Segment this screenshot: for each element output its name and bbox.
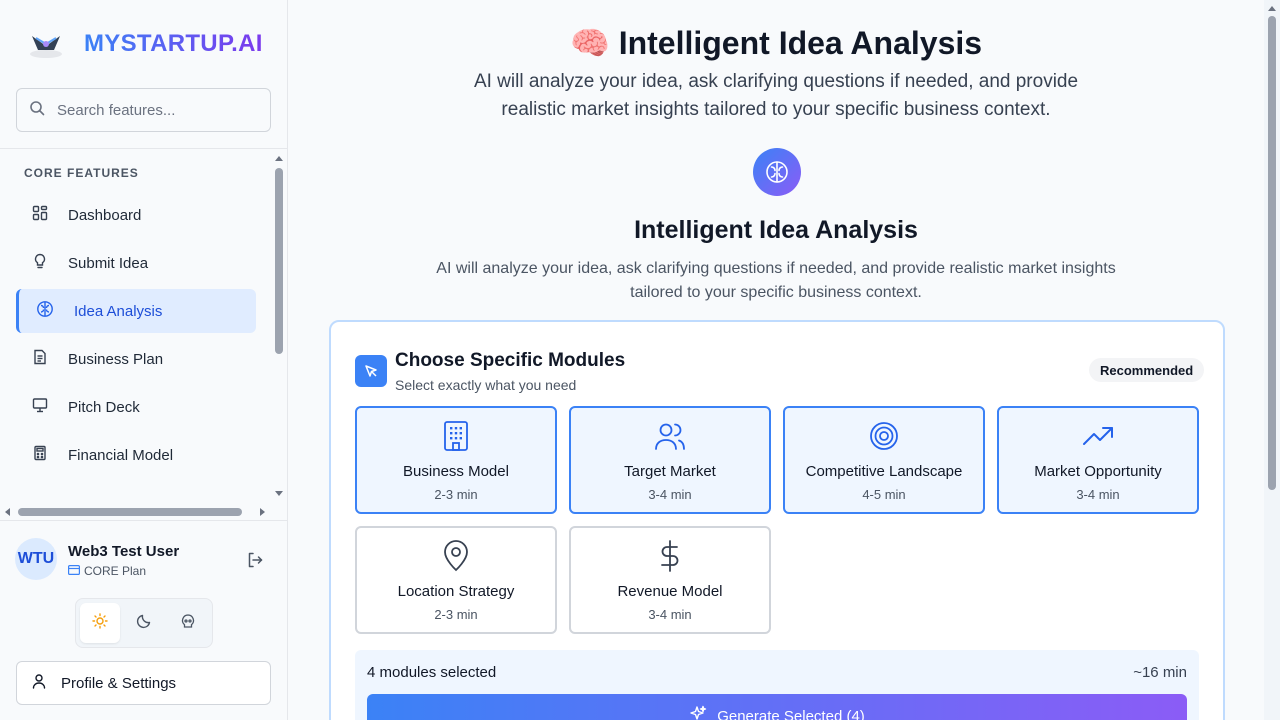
scroll-up-icon[interactable] bbox=[274, 154, 284, 162]
module-title: Location Strategy bbox=[397, 583, 515, 600]
user-panel: WTU Web3 Test User CORE Plan Profile & S… bbox=[0, 520, 287, 720]
cursor-icon bbox=[355, 355, 387, 387]
avatar[interactable]: WTU bbox=[15, 538, 57, 580]
sidebar-vertical-scrollbar[interactable] bbox=[272, 152, 286, 500]
sidebar-scroll-thumb[interactable] bbox=[275, 168, 283, 354]
module-title: Target Market bbox=[624, 463, 716, 480]
section-title: CORE FEATURES bbox=[24, 166, 139, 180]
search-box[interactable] bbox=[16, 88, 271, 132]
module-competitive-landscape[interactable]: Competitive Landscape 4-5 min bbox=[783, 406, 985, 514]
scroll-up-icon[interactable] bbox=[1267, 4, 1277, 12]
module-location-strategy[interactable]: Location Strategy 2-3 min bbox=[355, 526, 557, 634]
dashboard-icon bbox=[32, 205, 48, 225]
user-plan: CORE Plan bbox=[68, 564, 146, 578]
module-revenue-model[interactable]: Revenue Model 3-4 min bbox=[569, 526, 771, 634]
dollar-icon bbox=[659, 540, 681, 572]
module-market-opportunity[interactable]: Market Opportunity 3-4 min bbox=[997, 406, 1199, 514]
modules-card-title: Choose Specific Modules bbox=[395, 350, 626, 371]
sidebar-item-label: Business Plan bbox=[68, 350, 164, 368]
target-icon bbox=[869, 420, 899, 452]
user-icon bbox=[31, 673, 47, 693]
sidebar-item-business-plan[interactable]: Business Plan bbox=[16, 337, 256, 381]
user-plan-label: CORE Plan bbox=[84, 564, 147, 578]
module-target-market[interactable]: Target Market 3-4 min bbox=[569, 406, 771, 514]
module-time: 4-5 min bbox=[862, 487, 906, 502]
theme-switcher bbox=[75, 598, 213, 648]
theme-system-button[interactable] bbox=[168, 603, 208, 643]
main-content: 🧠 Intelligent Idea Analysis AI will anal… bbox=[288, 0, 1280, 720]
search-icon bbox=[29, 100, 45, 121]
brain-icon bbox=[36, 300, 54, 322]
module-time: 3-4 min bbox=[648, 487, 692, 502]
users-icon bbox=[654, 420, 686, 452]
page-title: 🧠 Intelligent Idea Analysis bbox=[569, 25, 983, 61]
section-subtitle: AI will analyze your idea, ask clarifyin… bbox=[436, 260, 1116, 301]
sidebar-item-pitch-deck[interactable]: Pitch Deck bbox=[16, 385, 256, 429]
main-scroll-thumb[interactable] bbox=[1268, 16, 1276, 490]
brain-icon bbox=[753, 148, 801, 196]
sun-icon bbox=[92, 612, 108, 634]
map-pin-icon bbox=[443, 540, 469, 572]
estimated-time: ~16 min bbox=[1133, 664, 1187, 681]
logout-icon[interactable] bbox=[246, 551, 264, 569]
sidebar-hscroll-thumb[interactable] bbox=[18, 508, 242, 516]
module-title: Business Model bbox=[403, 463, 509, 480]
sidebar-item-financial-model[interactable]: Financial Model bbox=[16, 433, 256, 477]
trending-up-icon bbox=[1082, 420, 1114, 452]
calculator-icon bbox=[32, 445, 48, 465]
presentation-icon bbox=[32, 397, 48, 417]
section-title: Intelligent Idea Analysis bbox=[634, 216, 918, 244]
logo-icon bbox=[24, 22, 68, 66]
modules-selected-count: 4 modules selected bbox=[367, 664, 497, 681]
module-title: Market Opportunity bbox=[1034, 463, 1162, 480]
sidebar-item-submit-idea[interactable]: Submit Idea bbox=[16, 241, 256, 285]
scroll-right-icon[interactable] bbox=[259, 507, 267, 517]
profile-settings-button[interactable]: Profile & Settings bbox=[16, 661, 271, 705]
brand[interactable]: MYSTARTUP.AI bbox=[0, 0, 287, 88]
module-time: 2-3 min bbox=[434, 487, 478, 502]
user-name: Web3 Test User bbox=[68, 543, 180, 560]
skull-icon bbox=[180, 613, 196, 634]
module-title: Competitive Landscape bbox=[805, 463, 963, 480]
module-time: 3-4 min bbox=[1076, 487, 1120, 502]
profile-settings-label: Profile & Settings bbox=[61, 674, 177, 692]
module-time: 2-3 min bbox=[434, 607, 478, 622]
generate-selected-label: Generate Selected (4) bbox=[717, 707, 865, 720]
card-icon bbox=[68, 564, 81, 578]
sidebar-item-label: Idea Analysis bbox=[74, 302, 163, 320]
sidebar-item-dashboard[interactable]: Dashboard bbox=[16, 193, 256, 237]
theme-light-button[interactable] bbox=[80, 603, 120, 643]
main-vertical-scrollbar[interactable] bbox=[1264, 0, 1280, 720]
sidebar-item-label: Pitch Deck bbox=[68, 398, 140, 416]
sidebar-item-label: Financial Model bbox=[68, 446, 174, 464]
moon-icon bbox=[136, 613, 152, 634]
module-business-model[interactable]: Business Model 2-3 min bbox=[355, 406, 557, 514]
sparkles-icon bbox=[689, 705, 707, 720]
building-icon bbox=[442, 420, 470, 452]
scroll-left-icon[interactable] bbox=[3, 507, 11, 517]
sidebar: MYSTARTUP.AI CORE FEATURES Dashboard Su bbox=[0, 0, 288, 720]
scroll-down-icon[interactable] bbox=[274, 490, 284, 498]
lightbulb-icon bbox=[32, 253, 48, 273]
page-subtitle: AI will analyze your idea, ask clarifyin… bbox=[473, 71, 1079, 120]
selection-summary: 4 modules selected ~16 min Generate Sele… bbox=[355, 650, 1199, 720]
generate-selected-button[interactable]: Generate Selected (4) bbox=[367, 694, 1187, 720]
document-icon bbox=[32, 349, 48, 369]
modules-card-subtitle: Select exactly what you need bbox=[395, 377, 577, 393]
theme-dark-button[interactable] bbox=[124, 603, 164, 643]
sidebar-nav: CORE FEATURES Dashboard Submit Idea Idea… bbox=[0, 149, 272, 501]
sidebar-item-idea-analysis[interactable]: Idea Analysis bbox=[16, 289, 256, 333]
modules-card: Choose Specific Modules Select exactly w… bbox=[329, 320, 1225, 720]
recommended-badge: Recommended bbox=[1089, 358, 1205, 382]
search-input[interactable] bbox=[57, 101, 257, 119]
brand-name: MYSTARTUP.AI bbox=[84, 30, 263, 57]
sidebar-item-label: Submit Idea bbox=[68, 254, 149, 272]
sidebar-item-label: Dashboard bbox=[68, 206, 142, 224]
app-root: MYSTARTUP.AI CORE FEATURES Dashboard Su bbox=[0, 0, 1280, 720]
sidebar-horizontal-scrollbar[interactable] bbox=[0, 503, 272, 519]
module-time: 3-4 min bbox=[648, 607, 692, 622]
module-title: Revenue Model bbox=[617, 583, 723, 600]
